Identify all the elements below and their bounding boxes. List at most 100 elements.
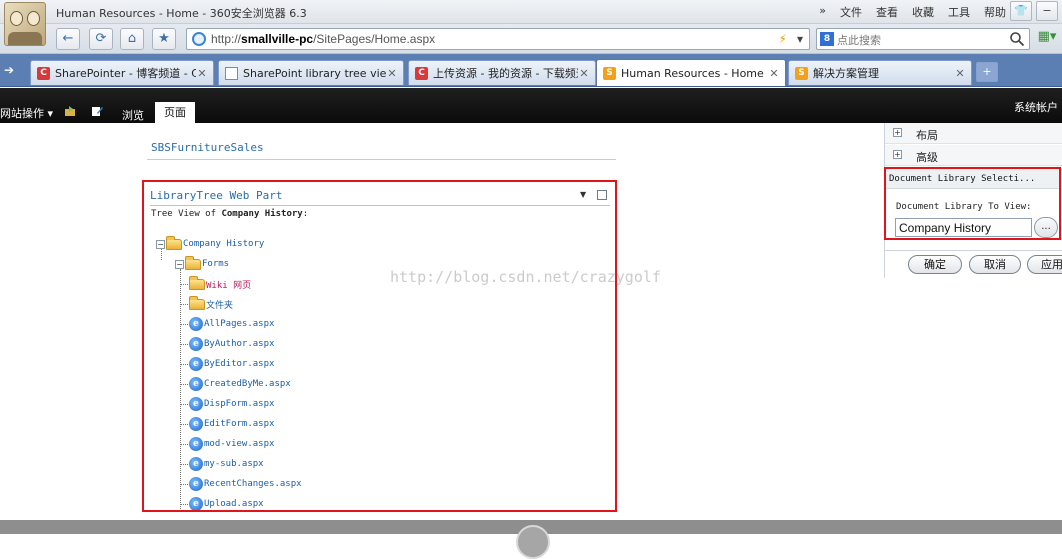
tab-label: 解决方案管理 [813, 67, 879, 80]
sharepoint-ribbon: 网站操作 ▾ 浏览 页面 系统帐户 [0, 88, 1062, 123]
tree-node-label[interactable]: RecentChanges.aspx [204, 479, 302, 489]
web-page-icon: e [189, 397, 203, 411]
close-icon[interactable]: ✕ [386, 67, 398, 80]
web-page-icon: e [189, 437, 203, 451]
url-field[interactable]: http://smallville-pc/SitePages/Home.aspx… [186, 28, 810, 50]
tree-node-file[interactable]: e EditForm.aspx [180, 416, 274, 432]
chevron-down-icon[interactable]: ▾ [797, 32, 803, 46]
tree-node-label[interactable]: mod-view.aspx [204, 439, 274, 449]
minimize-icon[interactable]: − [1036, 1, 1058, 21]
extensions-icon[interactable]: ▦▾ [1034, 29, 1060, 49]
tree-node-file[interactable]: e AllPages.aspx [180, 316, 274, 332]
tree-node-file[interactable]: e RecentChanges.aspx [180, 476, 302, 492]
web-page-icon: e [189, 417, 203, 431]
refresh-button[interactable]: ⟳ [89, 28, 113, 50]
site-title[interactable]: SBSFurnitureSales [151, 141, 264, 154]
home-button[interactable]: ⌂ [120, 28, 144, 50]
menu-view[interactable]: 查看 [876, 4, 898, 20]
tree-node-label[interactable]: AllPages.aspx [204, 319, 274, 329]
new-tab-button[interactable]: + [976, 62, 998, 82]
tree-node-label[interactable]: Wiki 网页 [206, 278, 251, 291]
tree-node-label[interactable]: ByAuthor.aspx [204, 339, 274, 349]
tree-node-forms[interactable]: − Forms [175, 255, 229, 272]
tree-node-root[interactable]: − Company History [156, 235, 264, 252]
tree-node-label[interactable]: DispForm.aspx [204, 399, 274, 409]
avatar-body-icon [8, 32, 42, 45]
web-page-icon: e [189, 357, 203, 371]
collapse-icon[interactable]: − [175, 259, 184, 269]
tree-node-folder[interactable]: Wiki 网页 [180, 275, 251, 292]
tree-node-label[interactable]: Company History [183, 239, 264, 249]
edit-page-icon[interactable] [91, 105, 103, 117]
search-field[interactable]: 8 点此搜索 [816, 28, 1030, 50]
tab-upload[interactable]: C 上传资源 - 我的资源 - 下载频道 ✕ [408, 60, 596, 85]
folder-icon [189, 295, 205, 310]
site-actions-menu[interactable]: 网站操作 ▾ [0, 105, 53, 121]
tool-pane-section-layout[interactable]: + 布局 [885, 123, 1062, 144]
tree-node-label[interactable]: 文件夹 [206, 298, 233, 311]
cancel-button[interactable]: 取消 [969, 255, 1021, 274]
user-account-menu[interactable]: 系统帐户 [1014, 99, 1058, 115]
menu-tools[interactable]: 工具 [948, 4, 970, 20]
document-library-selector: Document Library Selecti... Document Lib… [884, 167, 1061, 240]
tree-node-label[interactable]: Forms [202, 259, 229, 269]
tab-label: Human Resources - Home [621, 66, 764, 80]
collapse-icon[interactable]: − [156, 239, 165, 249]
tree-node-file[interactable]: e Upload.aspx [180, 496, 264, 510]
url-text[interactable]: http://smallville-pc/SitePages/Home.aspx [211, 32, 435, 46]
tab-tree-view[interactable]: SharePoint library tree view we ✕ [218, 60, 404, 85]
tree-node-file[interactable]: e DispForm.aspx [180, 396, 274, 412]
search-engine-icon[interactable]: 8 [820, 32, 834, 46]
sharepoint-icon: S [795, 66, 808, 80]
back-button[interactable]: ← [56, 28, 80, 50]
close-icon[interactable]: ✕ [578, 67, 590, 80]
tab-csdn-blog[interactable]: C SharePointer - 博客频道 - CSDI ✕ [30, 60, 214, 85]
section-label: 布局 [916, 129, 938, 142]
close-icon[interactable]: ✕ [768, 67, 780, 80]
tree-node-label[interactable]: EditForm.aspx [204, 419, 274, 429]
expand-icon[interactable]: + [893, 150, 902, 159]
menu-favorites[interactable]: 收藏 [912, 4, 934, 20]
tree-node-label[interactable]: ByEditor.aspx [204, 359, 274, 369]
section-label: 高级 [916, 151, 938, 164]
tab-label: SharePoint library tree view we [243, 66, 386, 80]
menu-more[interactable]: » [819, 4, 826, 20]
tree-node-file[interactable]: e ByEditor.aspx [180, 356, 274, 372]
tab-list-arrow-icon[interactable]: ➔ [4, 63, 14, 77]
ok-button[interactable]: 确定 [908, 255, 962, 274]
tab-browse[interactable]: 浏览 [122, 107, 144, 123]
close-icon[interactable]: ✕ [954, 67, 966, 80]
scroll-knob-icon[interactable] [516, 525, 550, 559]
search-icon[interactable] [1009, 31, 1025, 47]
tab-human-resources[interactable]: S Human Resources - Home ✕ [596, 59, 786, 86]
lightning-icon[interactable]: ⚡ [779, 32, 787, 46]
tree-node-label[interactable]: CreatedByMe.aspx [204, 379, 291, 389]
navigate-up-icon[interactable] [64, 105, 76, 117]
menu-file[interactable]: 文件 [840, 4, 862, 20]
web-page-icon: e [189, 457, 203, 471]
tree-node-file[interactable]: e ByAuthor.aspx [180, 336, 274, 352]
browse-library-button[interactable]: ... [1034, 217, 1058, 238]
close-icon[interactable]: ✕ [196, 67, 208, 80]
menu-help[interactable]: 帮助 [984, 4, 1006, 20]
tree-node-label[interactable]: my-sub.aspx [204, 459, 264, 469]
refresh-icon: ⟳ [95, 31, 107, 46]
tab-page[interactable]: 页面 [155, 102, 195, 123]
csdn-icon: C [37, 66, 50, 80]
user-avatar[interactable] [4, 2, 46, 46]
tree-node-file[interactable]: e my-sub.aspx [180, 456, 264, 472]
tree-node-folder[interactable]: 文件夹 [180, 295, 233, 312]
tree-node-file[interactable]: e mod-view.aspx [180, 436, 274, 452]
librarytree-web-part: LibraryTree Web Part ▼ Tree View of Comp… [142, 180, 617, 512]
sharepoint-icon: S [603, 66, 616, 80]
favorite-button[interactable]: ★ [152, 28, 176, 50]
tool-pane-section-advanced[interactable]: + 高级 [885, 145, 1062, 166]
tree-node-file[interactable]: e CreatedByMe.aspx [180, 376, 291, 392]
tab-solution-management[interactable]: S 解决方案管理 ✕ [788, 60, 972, 85]
skin-icon[interactable]: 👕 [1010, 1, 1032, 21]
apply-button[interactable]: 应用 [1027, 255, 1062, 274]
avatar-face-icon [27, 11, 40, 26]
expand-icon[interactable]: + [893, 128, 902, 137]
tree-node-label[interactable]: Upload.aspx [204, 499, 264, 509]
library-to-view-input[interactable] [895, 218, 1032, 237]
